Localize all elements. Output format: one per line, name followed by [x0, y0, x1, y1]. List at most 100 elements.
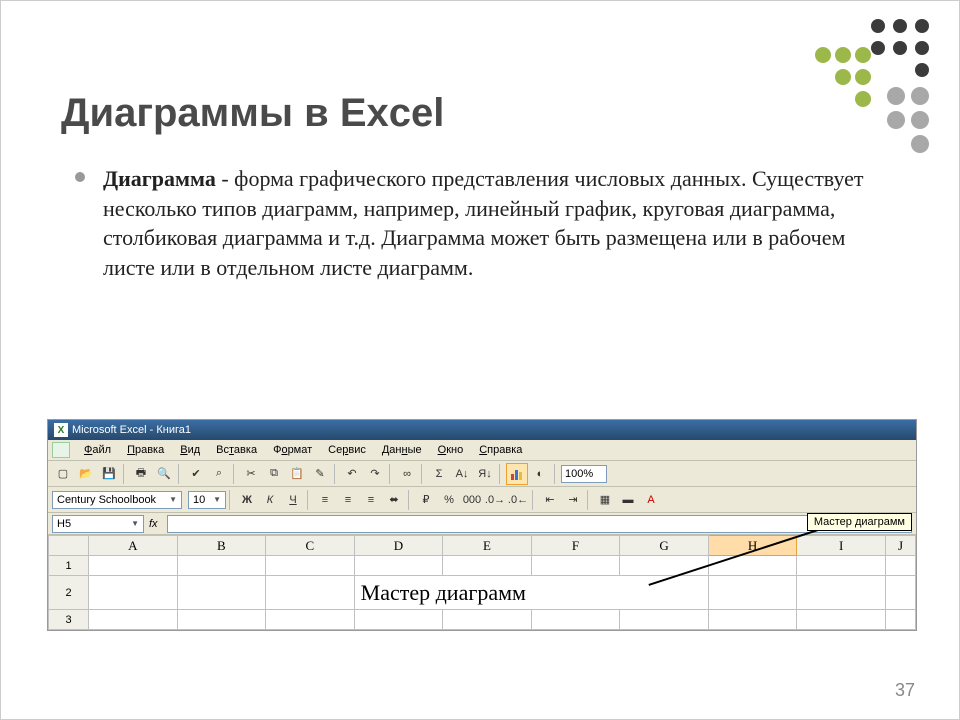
research-icon[interactable]: ⌕	[208, 463, 230, 485]
drawing-icon[interactable]: ◐	[529, 463, 551, 485]
chevron-down-icon: ▼	[213, 495, 221, 504]
menu-формат[interactable]: Формат	[265, 442, 320, 458]
open-icon[interactable]: 📂	[75, 463, 97, 485]
autosum-icon[interactable]: Σ	[428, 463, 450, 485]
sort-desc-icon[interactable]: Я↓	[474, 463, 496, 485]
separator	[532, 490, 536, 510]
menu-сервис[interactable]: Сервис	[320, 442, 374, 458]
cut-icon[interactable]: ✂	[240, 463, 262, 485]
percent-icon[interactable]: %	[438, 489, 460, 511]
chart-wizard-icon[interactable]	[506, 463, 528, 485]
menu-окно[interactable]: Окно	[430, 442, 472, 458]
currency-icon[interactable]: ₽	[415, 489, 437, 511]
slide-body: Диаграмма - форма графического представл…	[61, 164, 899, 283]
col-header-C[interactable]: C	[266, 536, 355, 556]
font-size-box[interactable]: 10 ▼	[188, 491, 226, 509]
format-painter-icon[interactable]: ✎	[309, 463, 331, 485]
separator	[123, 464, 127, 484]
name-box[interactable]: H5 ▼	[52, 515, 144, 533]
separator	[334, 464, 338, 484]
chevron-down-icon: ▼	[169, 495, 177, 504]
excel-app-icon: X	[54, 423, 68, 437]
italic-button[interactable]: К	[259, 489, 281, 511]
spellcheck-icon[interactable]: ✔	[185, 463, 207, 485]
save-icon[interactable]: 💾	[98, 463, 120, 485]
formatting-toolbar: Century Schoolbook ▼ 10 ▼ Ж К Ч ≡ ≡ ≡ ⬌ …	[48, 487, 916, 513]
col-header-E[interactable]: E	[443, 536, 532, 556]
merge-center-icon[interactable]: ⬌	[383, 489, 405, 511]
sort-asc-icon[interactable]: A↓	[451, 463, 473, 485]
excel-titlebar: X Microsoft Excel - Книга1	[48, 420, 916, 440]
zoom-box[interactable]: 100%	[561, 465, 607, 483]
col-header-J[interactable]: J	[886, 536, 916, 556]
new-icon[interactable]: ▢	[52, 463, 74, 485]
excel-menubar: ФайлПравкаВидВставкаФорматСервисДанныеОк…	[48, 440, 916, 461]
underline-button[interactable]: Ч	[282, 489, 304, 511]
font-name-value: Century Schoolbook	[57, 494, 156, 506]
menu-файл[interactable]: Файл	[76, 442, 119, 458]
col-header-B[interactable]: B	[177, 536, 266, 556]
decorative-dots	[767, 13, 937, 153]
redo-icon[interactable]: ↷	[364, 463, 386, 485]
print-icon[interactable]: 🖶	[130, 463, 152, 485]
separator	[389, 464, 393, 484]
chevron-down-icon: ▼	[131, 519, 139, 528]
comma-icon[interactable]: 000	[461, 489, 483, 511]
print-preview-icon[interactable]: 🔍	[153, 463, 175, 485]
select-all-corner[interactable]	[49, 536, 89, 556]
menu-правка[interactable]: Правка	[119, 442, 172, 458]
align-center-icon[interactable]: ≡	[337, 489, 359, 511]
separator	[421, 464, 425, 484]
menu-данные[interactable]: Данные	[374, 442, 430, 458]
undo-icon[interactable]: ↶	[341, 463, 363, 485]
font-size-value: 10	[193, 494, 205, 506]
bullet-icon	[75, 172, 85, 182]
menu-справка[interactable]: Справка	[471, 442, 530, 458]
col-header-A[interactable]: A	[89, 536, 178, 556]
increase-decimal-icon[interactable]: .0→	[484, 489, 506, 511]
term: Диаграмма	[103, 166, 216, 191]
zoom-value: 100%	[565, 468, 593, 480]
name-box-value: H5	[57, 518, 71, 530]
excel-title-text: Microsoft Excel - Книга1	[72, 424, 191, 436]
row-header[interactable]: 1	[49, 556, 89, 576]
col-header-F[interactable]: F	[531, 536, 620, 556]
chart-wizard-tooltip: Мастер диаграмм	[807, 513, 912, 531]
col-header-D[interactable]: D	[354, 536, 443, 556]
separator	[307, 490, 311, 510]
borders-icon[interactable]: ▦	[594, 489, 616, 511]
separator	[408, 490, 412, 510]
formula-bar[interactable]	[167, 515, 912, 533]
font-name-box[interactable]: Century Schoolbook ▼	[52, 491, 182, 509]
separator	[587, 490, 591, 510]
excel-screenshot: X Microsoft Excel - Книга1 ФайлПравкаВид…	[47, 419, 917, 631]
align-left-icon[interactable]: ≡	[314, 489, 336, 511]
row-header[interactable]: 2	[49, 576, 89, 610]
decrease-indent-icon[interactable]: ⇤	[539, 489, 561, 511]
font-color-icon[interactable]: A	[640, 489, 662, 511]
col-header-I[interactable]: I	[797, 536, 886, 556]
fx-label[interactable]: fx	[145, 518, 162, 530]
bold-button[interactable]: Ж	[236, 489, 258, 511]
separator	[499, 464, 503, 484]
align-right-icon[interactable]: ≡	[360, 489, 382, 511]
separator	[554, 464, 558, 484]
separator	[233, 464, 237, 484]
formula-bar-row: H5 ▼ fx	[48, 513, 916, 535]
fill-color-icon[interactable]: ▬	[617, 489, 639, 511]
col-header-H[interactable]: H	[708, 536, 797, 556]
paste-icon[interactable]: 📋	[286, 463, 308, 485]
col-header-G[interactable]: G	[620, 536, 709, 556]
separator	[178, 464, 182, 484]
menu-вид[interactable]: Вид	[172, 442, 208, 458]
copy-icon[interactable]: ⧉	[263, 463, 285, 485]
menu-вставка[interactable]: Вставка	[208, 442, 265, 458]
hyperlink-icon[interactable]: ∞	[396, 463, 418, 485]
row-header[interactable]: 3	[49, 610, 89, 630]
increase-indent-icon[interactable]: ⇥	[562, 489, 584, 511]
standard-toolbar: ▢ 📂 💾 🖶 🔍 ✔ ⌕ ✂ ⧉ 📋 ✎ ↶ ↷ ∞ Σ A↓ Я↓ ◐ 10…	[48, 461, 916, 487]
page-number: 37	[895, 680, 915, 701]
definition-text: - форма графического представления число…	[103, 166, 864, 280]
decrease-decimal-icon[interactable]: .0←	[507, 489, 529, 511]
separator	[229, 490, 233, 510]
